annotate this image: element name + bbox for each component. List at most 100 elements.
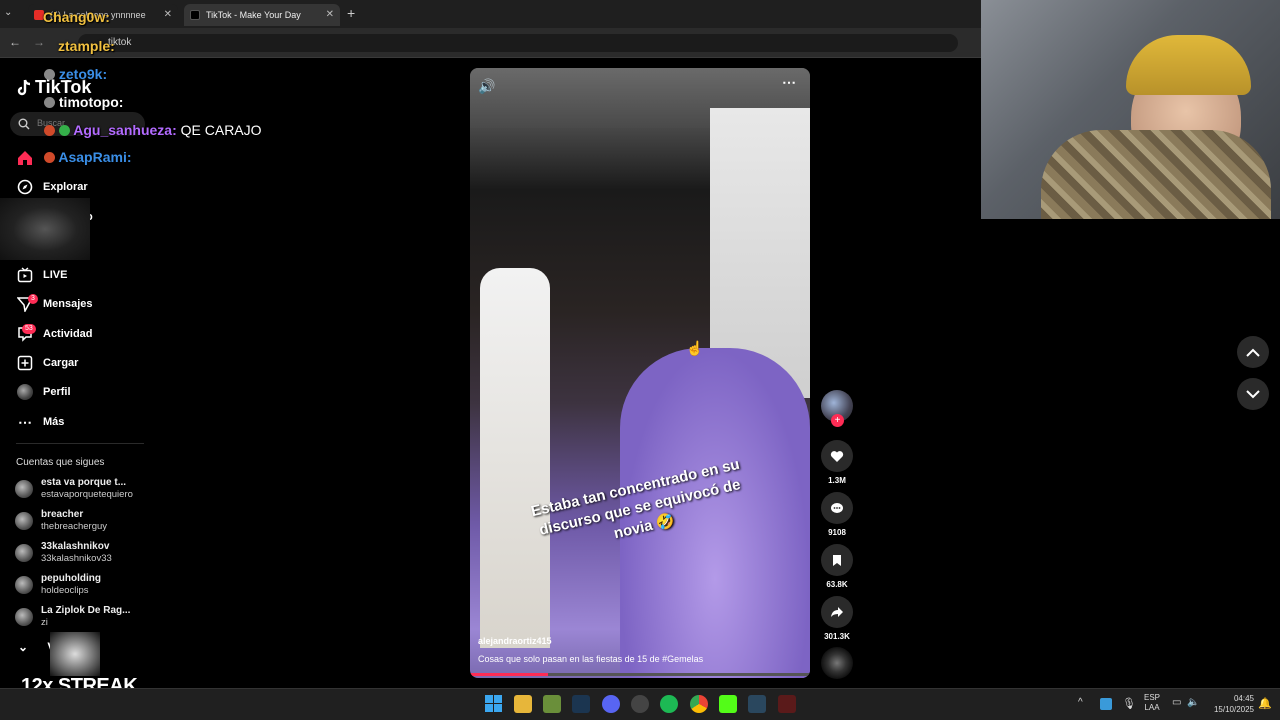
following-user: 33kalashnikov33 <box>41 553 112 564</box>
plus-square-icon <box>16 354 34 372</box>
heart-icon <box>821 440 853 472</box>
clock[interactable]: 04:45 15/10/2025 <box>1206 693 1254 715</box>
progress-track[interactable] <box>470 673 810 676</box>
avatar <box>15 512 33 530</box>
chat-line: timotopo: <box>44 94 123 110</box>
chat-message: QE CARAJO <box>180 122 262 138</box>
following-item[interactable]: esta va porque t... estavaporquetequiero <box>15 477 155 503</box>
nav-live[interactable]: LIVE <box>16 265 67 285</box>
nav-perfil[interactable]: Perfil <box>16 382 71 402</box>
share-count: 301.3K <box>824 632 850 641</box>
nav-home[interactable] <box>16 148 43 168</box>
chevron-up-icon[interactable]: ^ <box>1078 697 1083 708</box>
close-tab-icon[interactable]: ✕ <box>326 9 334 20</box>
chat-badge-icon <box>44 69 55 80</box>
mute-icon[interactable]: 🔊 <box>470 78 495 95</box>
nav-label: Cargar <box>43 357 79 369</box>
nav-mas[interactable]: ⋯ Más <box>16 412 64 432</box>
obs-icon[interactable] <box>631 695 649 713</box>
kick-icon[interactable] <box>719 695 737 713</box>
microphone-icon[interactable]: 🎙 <box>1122 697 1136 710</box>
following-item[interactable]: La Ziplok De Rag... zi <box>15 605 155 631</box>
emote-image <box>50 632 100 676</box>
next-video-button[interactable] <box>1237 378 1269 410</box>
clock-time: 04:45 <box>1233 694 1254 703</box>
comment-button[interactable]: 9108 <box>821 492 853 537</box>
follow-plus-icon[interactable]: + <box>831 414 844 427</box>
tab-label: TikTok - Make Your Day <box>206 10 301 20</box>
app-icon[interactable] <box>778 695 796 713</box>
notification-icon[interactable]: 🔔 <box>1258 697 1272 710</box>
following-name: 33kalashnikov <box>41 541 110 552</box>
activity-badge: 53 <box>22 324 36 334</box>
tray-app-icon[interactable] <box>1100 698 1112 710</box>
steam-icon[interactable] <box>572 695 590 713</box>
following-item[interactable]: breacher thebreacherguy <box>15 509 155 535</box>
nav-cargar[interactable]: Cargar <box>16 353 78 373</box>
video-player[interactable]: 🔊 ⋯ Estaba tan concentrado en su discurs… <box>470 68 810 678</box>
windows-start-icon[interactable] <box>485 695 502 712</box>
compass-icon <box>16 178 34 196</box>
more-options-icon[interactable]: ⋯ <box>782 74 796 91</box>
language-top: ESP <box>1144 693 1161 702</box>
messages-badge: 3 <box>28 294 38 304</box>
chrome-icon[interactable] <box>690 695 708 713</box>
language-indicator[interactable]: ESP LAA <box>1144 693 1160 713</box>
home-icon <box>16 149 34 167</box>
avatar <box>15 576 33 594</box>
back-icon[interactable]: ← <box>9 35 21 49</box>
volume-icon[interactable]: 🔈 <box>1187 697 1199 708</box>
search-icon <box>18 118 30 130</box>
following-user: thebreacherguy <box>41 521 108 532</box>
music-disc-icon <box>821 647 853 679</box>
chat-user: Chang0w: <box>43 9 110 25</box>
nav-label: Perfil <box>43 386 71 398</box>
following-item[interactable]: 33kalashnikov 33kalashnikov33 <box>15 541 155 567</box>
like-count: 1.3M <box>828 476 846 485</box>
chat-badge-icon <box>44 125 55 136</box>
avatar <box>15 608 33 626</box>
minecraft-icon[interactable] <box>543 695 561 713</box>
tiktok-icon <box>190 10 200 20</box>
like-button[interactable]: 1.3M <box>821 440 853 485</box>
new-tab-button[interactable]: + <box>347 5 355 21</box>
nav-label: LIVE <box>43 269 68 281</box>
webcam-shirt <box>1041 130 1271 219</box>
address-input[interactable]: tiktok <box>78 34 958 52</box>
chat-user: timotopo: <box>58 94 124 110</box>
forward-icon[interactable]: → <box>33 35 45 49</box>
share-button[interactable]: 301.3K <box>821 596 853 641</box>
tab-list-icon[interactable]: ⌄ <box>4 7 20 21</box>
chevron-down-icon <box>1246 389 1260 398</box>
comment-count: 9108 <box>828 528 846 537</box>
previous-video-button[interactable] <box>1237 336 1269 368</box>
nav-label: Mensajes <box>43 298 93 310</box>
chat-line: ztample: <box>58 38 115 54</box>
live-icon <box>16 266 34 284</box>
spotify-icon[interactable] <box>660 695 678 713</box>
save-button[interactable]: 63.8K <box>821 544 853 589</box>
following-name: La Ziplok De Rag... <box>41 605 131 616</box>
chat-badge-icon <box>44 97 55 108</box>
following-item[interactable]: pepuholding holdeoclips <box>15 573 155 599</box>
webcam-overlay <box>981 0 1280 219</box>
following-title: Cuentas que sigues <box>16 457 105 468</box>
author-avatar-button[interactable]: + <box>821 390 853 427</box>
tab-tiktok[interactable]: TikTok - Make Your Day ✕ <box>184 4 340 26</box>
verified-badge-icon <box>58 125 70 136</box>
steam-app-icon[interactable] <box>748 695 766 713</box>
nav-label: Actividad <box>43 328 93 340</box>
file-explorer-icon[interactable] <box>514 695 532 713</box>
following-user: zi <box>41 617 48 628</box>
following-name: breacher <box>41 509 84 520</box>
video-author[interactable]: alejandraortiz415 <box>478 636 552 646</box>
nav-explorar[interactable]: Explorar <box>16 177 88 197</box>
discord-icon[interactable] <box>602 695 620 713</box>
share-icon <box>821 596 853 628</box>
chat-line: Agu_sanhueza: QE CARAJO <box>44 122 262 138</box>
network-icon[interactable]: ▭ <box>1172 697 1181 708</box>
browser-tab-bar: ⌄ (4) La cabrona ynnnnee ✕ TikTok - Make… <box>0 0 981 28</box>
sound-disc-button[interactable] <box>821 647 853 679</box>
more-icon: ⋯ <box>18 413 32 430</box>
close-tab-icon[interactable]: ✕ <box>164 9 172 20</box>
